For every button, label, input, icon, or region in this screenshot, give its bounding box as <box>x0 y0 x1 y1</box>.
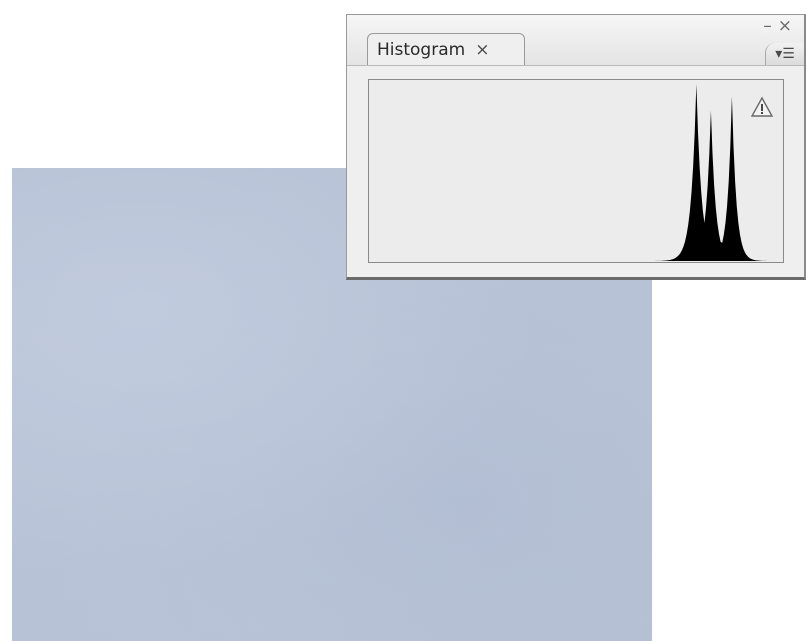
window-controls: –× <box>763 16 798 36</box>
histogram-display <box>368 79 784 263</box>
warning-triangle-icon[interactable] <box>751 96 773 118</box>
workspace: –× Histogram × ▾☰ <box>0 0 812 641</box>
panel-menu-icon[interactable]: ▾☰ <box>765 43 804 65</box>
tab-label: Histogram <box>377 39 466 60</box>
minimize-icon[interactable]: – <box>763 16 778 36</box>
histogram-chart <box>370 84 782 261</box>
tab-histogram[interactable]: Histogram × <box>367 33 525 65</box>
tab-close-icon[interactable]: × <box>475 40 489 60</box>
histogram-panel: –× Histogram × ▾☰ <box>346 14 806 280</box>
panel-titlebar[interactable]: –× Histogram × ▾☰ <box>347 15 804 66</box>
close-icon[interactable]: × <box>778 16 798 36</box>
histogram-area <box>370 84 782 261</box>
